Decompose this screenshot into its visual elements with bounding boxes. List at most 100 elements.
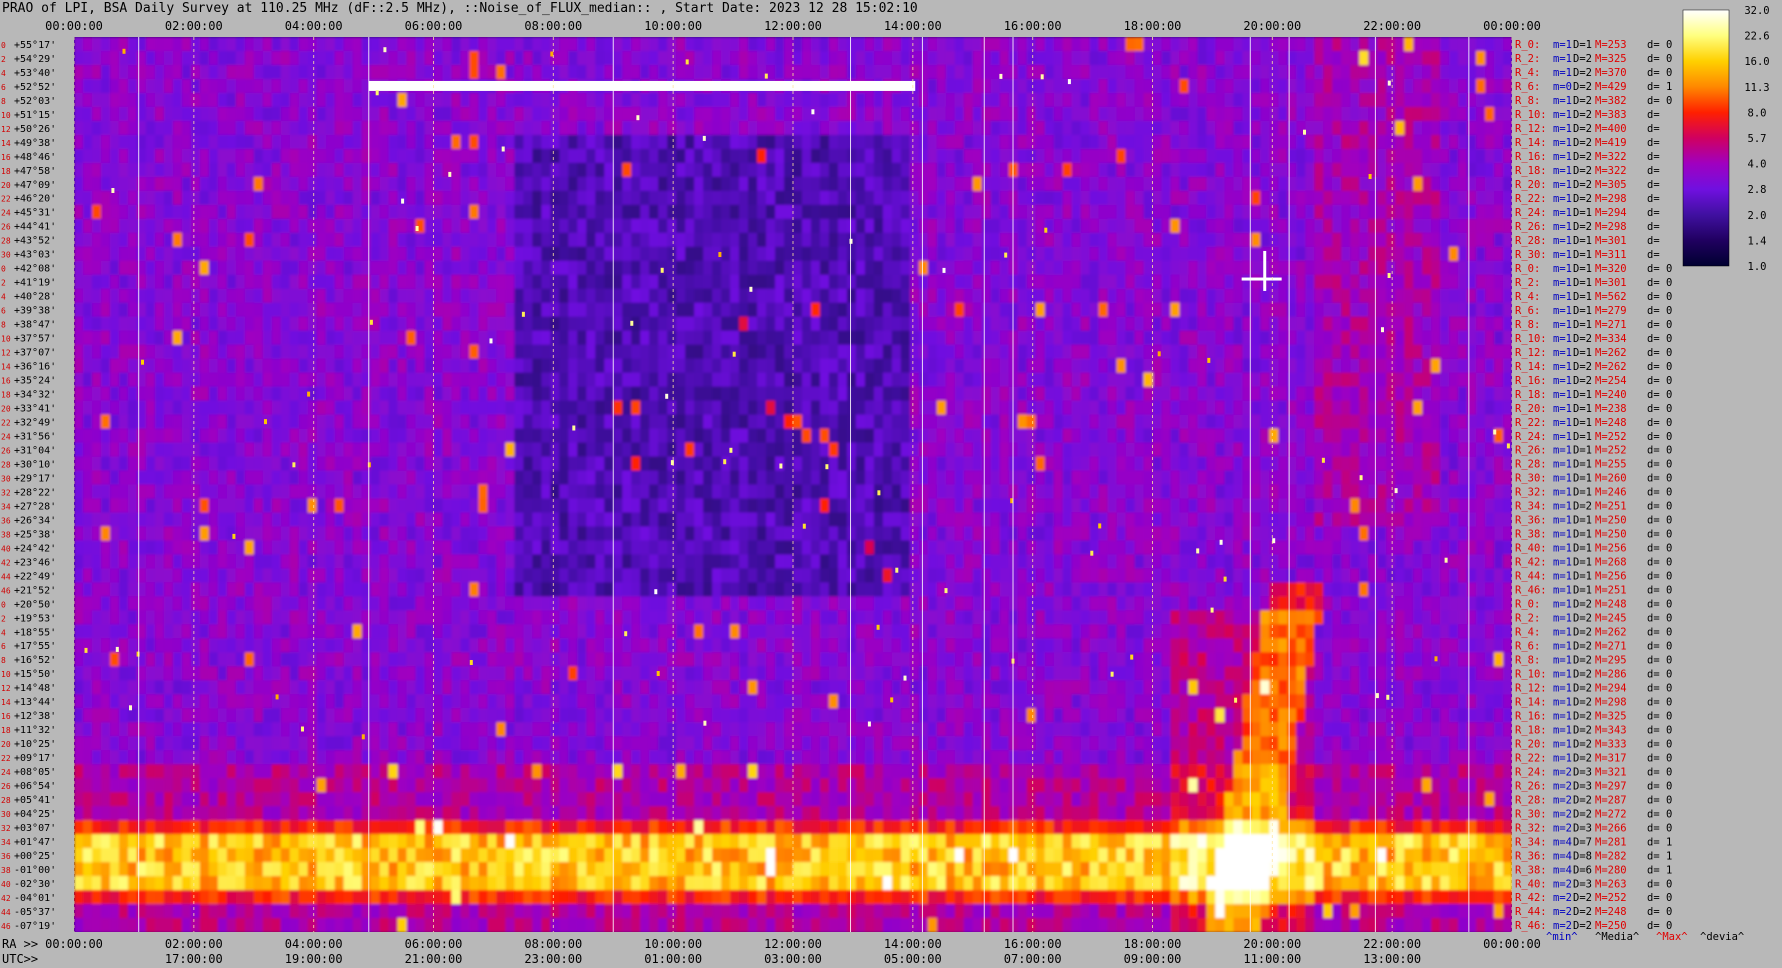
beam-stat-field: D=1	[1573, 403, 1592, 415]
dec-tick-row: 26 +31°04'	[1, 446, 56, 457]
row-index-label: 20	[1, 181, 11, 190]
row-index-label: 12	[1, 349, 11, 358]
beam-stat-field: m=1	[1553, 599, 1572, 611]
beam-stat-field: m=2	[1553, 794, 1572, 806]
beam-stat-field: D=2	[1573, 375, 1592, 387]
row-index-label: 22	[1, 419, 11, 428]
declination-label: +20°50'	[14, 599, 56, 610]
beam-stat-row: R_2: m=1D=1 M=301 d= 0	[1515, 277, 1672, 289]
point-source	[749, 286, 753, 292]
beam-stat-field: D=2	[1573, 808, 1592, 820]
beam-stat-field: d= 0	[1647, 766, 1672, 778]
beam-stat-field: D=1	[1573, 291, 1592, 303]
declination-label: +01°47'	[14, 837, 56, 848]
row-index-label: 36	[1, 852, 11, 861]
beam-stat-field: m=2	[1553, 780, 1572, 792]
beam-stat-field: d= 0	[1647, 585, 1672, 597]
point-source	[367, 462, 371, 468]
point-source	[415, 226, 419, 231]
point-source	[630, 320, 634, 326]
beam-stat-field: d= 0	[1647, 53, 1672, 65]
utc-tick: 09:00:00	[1124, 952, 1182, 966]
point-source	[1067, 79, 1071, 85]
ra-tick: 14:00:00	[884, 937, 942, 951]
beam-stat-field: R_34:	[1515, 836, 1547, 848]
beam-stat-field: M=282	[1595, 850, 1627, 862]
declination-label: +06°54'	[14, 781, 56, 792]
dec-tick-row: 44 -05°37'	[1, 907, 56, 918]
beam-stat-field: d= 0	[1647, 459, 1672, 471]
beam-stat-field: D=1	[1573, 389, 1592, 401]
beam-stat-field: m=1	[1553, 263, 1572, 275]
beam-stat-field: m=1	[1553, 207, 1572, 219]
beam-stat-field: R_24:	[1515, 207, 1547, 219]
beam-stat-row: R_4: m=1D=2 M=370 d= 0	[1515, 67, 1672, 79]
point-source	[489, 338, 493, 344]
beam-stat-field: M=322	[1595, 151, 1627, 163]
dec-tick-row: 42 -04°01'	[1, 893, 56, 904]
declination-label: +29°17'	[14, 473, 56, 484]
beam-stat-row: R_14: m=1D=2 M=419 d=	[1515, 137, 1660, 149]
point-source	[732, 351, 736, 357]
dec-tick-row: 18 +34°32'	[1, 390, 56, 401]
declination-label: +22°49'	[14, 571, 56, 582]
beam-stat-field: m=1	[1553, 305, 1572, 317]
point-source	[624, 631, 628, 637]
row-index-label: 36	[1, 516, 11, 525]
dec-tick-row: 22 +46°20'	[1, 194, 56, 205]
beam-stat-field: d= 0	[1647, 892, 1672, 904]
beam-stat-row: R_22: m=1D=2 M=317 d= 0	[1515, 752, 1672, 764]
beam-stat-field: m=2	[1553, 878, 1572, 890]
declination-label: +41°19'	[14, 278, 56, 289]
beam-stat-field: R_20:	[1515, 738, 1547, 750]
beam-stat-field: m=1	[1553, 683, 1572, 695]
beam-stat-field: D=2	[1573, 892, 1592, 904]
beam-stat-field: R_0:	[1515, 39, 1540, 51]
point-source	[1044, 227, 1048, 233]
row-index-label: 30	[1, 810, 11, 819]
beam-stat-field: m=1	[1553, 627, 1572, 639]
dec-tick-row: 32 +03°07'	[1, 823, 56, 834]
row-index-label: 42	[1, 894, 11, 903]
point-source	[903, 675, 907, 681]
dec-tick-row: 26 +06°54'	[1, 781, 56, 792]
beam-stat-row: R_42: m=2D=2 M=252 d= 0	[1515, 892, 1672, 904]
row-index-label: 8	[1, 321, 6, 330]
beam-stat-field: D=1	[1573, 487, 1592, 499]
point-source	[1098, 523, 1102, 529]
point-source	[469, 660, 473, 665]
point-source	[1394, 488, 1398, 494]
beam-stat-field: d= 0	[1647, 487, 1672, 499]
point-source	[656, 671, 660, 676]
beam-stat-field: m=1	[1553, 529, 1572, 541]
beam-stat-field: R_2:	[1515, 277, 1540, 289]
beam-stat-row: R_0: m=1D=1 M=253 d= 0	[1515, 39, 1672, 51]
row-index-label: 16	[1, 377, 11, 386]
top-time-tick: 16:00:00	[1004, 19, 1062, 33]
dec-tick-row: 32 +28°22'	[1, 487, 56, 498]
row-index-label: 4	[1, 293, 6, 302]
beam-stat-field: m=1	[1553, 431, 1572, 443]
beam-stat-field: m=4	[1553, 836, 1572, 848]
beam-stat-field: d= 0	[1647, 655, 1672, 667]
point-source	[654, 589, 658, 595]
beam-stat-field: R_32:	[1515, 822, 1547, 834]
beam-stat-row: R_8: m=1D=2 M=295 d= 0	[1515, 655, 1672, 667]
beam-stat-field: R_0:	[1515, 599, 1540, 611]
beam-stat-field: M=294	[1595, 683, 1627, 695]
beam-stat-field: D=2	[1573, 655, 1592, 667]
point-source	[1375, 693, 1379, 699]
dec-tick-row: 8 +52°03'	[1, 96, 56, 107]
beam-stat-field: M=370	[1595, 67, 1627, 79]
point-source	[301, 726, 304, 732]
point-source	[521, 311, 525, 317]
point-source	[361, 734, 365, 740]
beam-stat-field: R_44:	[1515, 906, 1547, 918]
row-index-label: 42	[1, 558, 11, 567]
row-index-label: 18	[1, 391, 11, 400]
beam-stat-field: d= 0	[1647, 627, 1672, 639]
beam-stat-row: R_24: m=1D=1 M=294 d=	[1515, 207, 1660, 219]
beam-stat-field: d=	[1647, 151, 1660, 163]
colorbar-tick: 4.0	[1748, 159, 1767, 171]
ra-tick: 08:00:00	[524, 937, 582, 951]
